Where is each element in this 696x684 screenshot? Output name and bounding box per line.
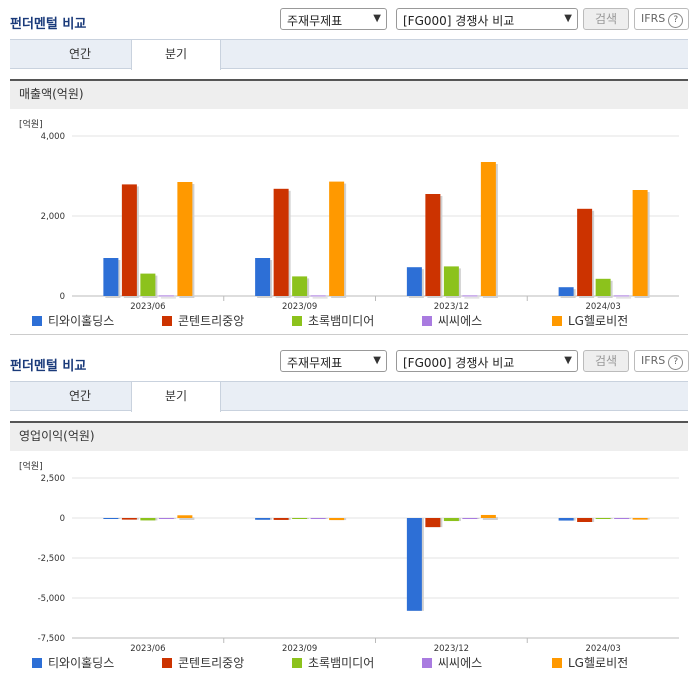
x-tick-label: 2023/06 (130, 644, 165, 654)
legend-swatch (552, 658, 562, 668)
y-tick-label: 4,000 (41, 132, 65, 142)
legend-swatch (552, 316, 562, 326)
bar (443, 518, 459, 522)
x-tick-label: 2023/06 (130, 302, 165, 312)
bar (595, 278, 611, 296)
bar-shadow (160, 297, 176, 299)
bar (329, 518, 345, 521)
chart-legend: 티와이홀딩스 콘텐트리중앙 초록뱀미디어 씨씨에스 LG헬로비전 (32, 312, 692, 328)
divider (10, 334, 688, 335)
legend-label: 씨씨에스 (438, 314, 483, 328)
legend-swatch (422, 316, 432, 326)
bar (577, 518, 593, 522)
x-tick-label: 2024/03 (585, 302, 620, 312)
bar (443, 266, 459, 296)
bar (462, 518, 478, 519)
legend-label: 씨씨에스 (438, 656, 483, 670)
y-tick-label: 0 (60, 292, 65, 302)
legend-item[interactable]: 씨씨에스 (422, 312, 482, 329)
bar (462, 295, 478, 297)
unit-label: [억원] (19, 118, 43, 130)
y-tick-label: 2,500 (41, 474, 65, 484)
revenue-chart: [억원] 0 2,000 4,000 2023/06 2023/09 2023/12 2024… (19, 118, 679, 312)
panel-operating-profit: 펀더멘털 비교 주재무제표 ▼ [FG000] 경쟁사 비교 ▼ 검색 IFRS… (0, 342, 696, 684)
legend-item[interactable]: 초록뱀미디어 (292, 312, 374, 329)
bar (614, 518, 630, 519)
bar-shadow (464, 297, 480, 299)
legend-label: 초록뱀미디어 (308, 656, 375, 670)
legend-item[interactable]: 씨씨에스 (422, 654, 482, 671)
chart-legend: 티와이홀딩스 콘텐트리중앙 초록뱀미디어 씨씨에스 LG헬로비전 (32, 654, 692, 670)
legend-item[interactable]: 티와이홀딩스 (32, 654, 114, 671)
bar (632, 190, 648, 296)
bar (425, 518, 441, 528)
y-tick-label: 2,000 (41, 212, 65, 222)
x-tick-label: 2024/03 (585, 644, 620, 654)
legend-label: 콘텐트리중앙 (178, 314, 245, 328)
bar (406, 518, 422, 611)
bar (292, 518, 308, 519)
bar (558, 287, 574, 296)
x-tick-label: 2023/09 (282, 644, 317, 654)
bar (406, 267, 422, 296)
legend-label: 티와이홀딩스 (48, 314, 115, 328)
bar (577, 208, 593, 296)
bar (595, 518, 611, 519)
legend-swatch (292, 316, 302, 326)
bar (121, 184, 137, 296)
bar (310, 295, 326, 297)
legend-swatch (162, 658, 172, 668)
bar (558, 518, 574, 521)
bar (480, 514, 496, 518)
bar (425, 194, 441, 296)
legend-swatch (32, 658, 42, 668)
legend-label: LG헬로비전 (568, 314, 629, 328)
bar (292, 276, 308, 296)
bar (103, 258, 119, 296)
legend-swatch (32, 316, 42, 326)
bar-shadow (616, 297, 632, 299)
bar (480, 162, 496, 296)
bar (158, 295, 174, 297)
legend-label: 콘텐트리중앙 (178, 656, 245, 670)
legend-swatch (162, 316, 172, 326)
legend-swatch (422, 658, 432, 668)
legend-item[interactable]: 티와이홀딩스 (32, 312, 114, 329)
operating-profit-chart: [억원] 2,500 0 -2,500 -5,000 -7,500 2023/06 2023/… (19, 460, 679, 654)
bar (255, 518, 271, 520)
bar (140, 273, 156, 296)
legend-item[interactable]: 초록뱀미디어 (292, 654, 374, 671)
bar (273, 518, 289, 520)
bar (177, 515, 193, 518)
bar (158, 518, 174, 519)
legend-item[interactable]: LG헬로비전 (552, 654, 628, 671)
x-tick-label: 2023/09 (282, 302, 317, 312)
x-tick-label: 2023/12 (434, 644, 469, 654)
x-tick-label: 2023/12 (434, 302, 469, 312)
bar (140, 518, 156, 521)
legend-item[interactable]: 콘텐트리중앙 (162, 654, 244, 671)
legend-item[interactable]: 콘텐트리중앙 (162, 312, 244, 329)
unit-label: [억원] (19, 460, 43, 472)
bar (255, 258, 271, 296)
bar (614, 295, 630, 297)
bar (329, 181, 345, 296)
bar (103, 518, 119, 519)
bar (632, 518, 648, 520)
panel-revenue: 펀더멘털 비교 주재무제표 ▼ [FG000] 경쟁사 비교 ▼ 검색 IFRS… (0, 0, 696, 342)
legend-label: LG헬로비전 (568, 656, 629, 670)
legend-swatch (292, 658, 302, 668)
y-tick-label: 0 (60, 514, 65, 524)
legend-label: 티와이홀딩스 (48, 656, 115, 670)
y-tick-label: -7,500 (38, 634, 65, 644)
bar (310, 518, 326, 519)
y-tick-label: -2,500 (38, 554, 65, 564)
bar (121, 518, 137, 520)
legend-label: 초록뱀미디어 (308, 314, 375, 328)
legend-item[interactable]: LG헬로비전 (552, 312, 628, 329)
bar (273, 188, 289, 296)
y-tick-label: -5,000 (38, 594, 65, 604)
bar (177, 182, 193, 296)
bar-shadow (312, 297, 328, 299)
